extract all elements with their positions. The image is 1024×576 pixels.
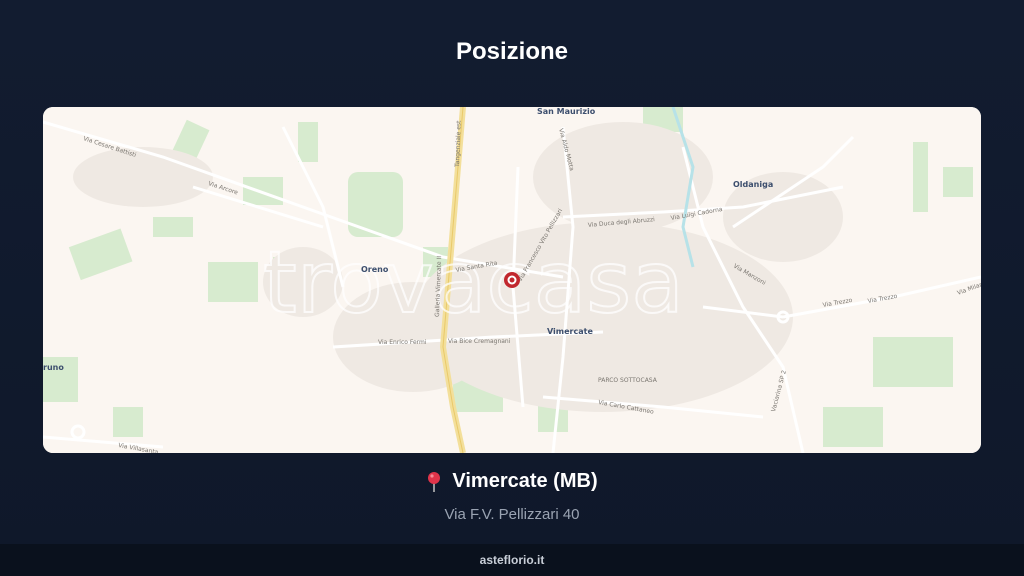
- map-label-oldaniga: Oldaniga: [733, 180, 773, 189]
- street-label: Via Bice Cremagnani: [448, 338, 511, 345]
- map-label-runo: runo: [43, 363, 64, 372]
- location-address: Via F.V. Pellizzari 40: [444, 505, 580, 523]
- footer: asteflorio.it: [0, 544, 1024, 576]
- footer-site[interactable]: asteflorio.it: [480, 553, 545, 567]
- location-heading: Vimercate (MB): [426, 470, 598, 493]
- page-title: Posizione: [455, 38, 569, 65]
- map-label-san-maurizio: San Maurizio: [537, 107, 596, 116]
- pushpin-icon: [426, 471, 442, 493]
- location-marker-icon[interactable]: [504, 272, 520, 288]
- map-canvas[interactable]: trovacasa San Maurizio Oldaniga Oreno Vi…: [43, 107, 981, 453]
- street-label: PARCO SOTTOCASA: [598, 377, 658, 384]
- map-view[interactable]: trovacasa San Maurizio Oldaniga Oreno Vi…: [43, 107, 981, 453]
- street-label: Via Enrico Fermi: [378, 339, 427, 346]
- map-label-oreno: Oreno: [361, 265, 389, 274]
- map-watermark: trovacasa: [263, 233, 684, 333]
- map-label-vimercate: Vimercate: [547, 327, 593, 336]
- location-city: Vimercate (MB): [452, 470, 598, 492]
- location-info: Vimercate (MB) Via F.V. Pellizzari 40: [0, 470, 1024, 523]
